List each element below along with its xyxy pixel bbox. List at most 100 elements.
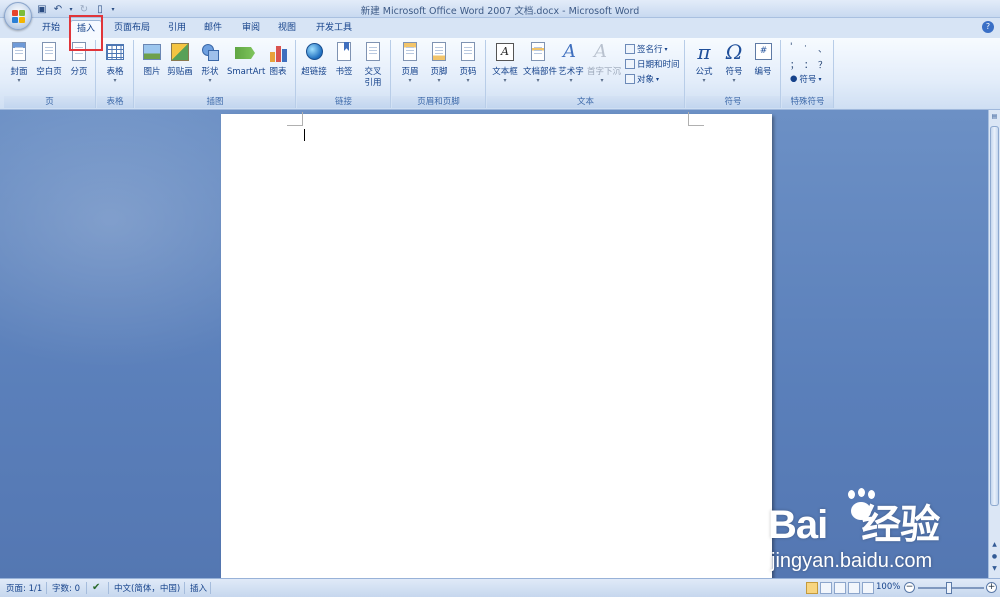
cover-page-icon [9,42,29,64]
date-time-button[interactable]: 日期和时间 [625,57,680,71]
zoom-slider-handle[interactable] [946,582,952,594]
clip-art-button[interactable]: 剪贴画 [165,42,195,94]
page-number-button[interactable]: 页码 ▾ [453,42,483,94]
cross-reference-icon [363,42,383,64]
page-number-icon [458,42,478,64]
tab-review[interactable]: 审阅 [236,20,266,38]
symbol-cell[interactable]: ： [804,58,813,71]
picture-icon [142,42,162,64]
crop-mark-top-left [287,112,303,126]
drop-cap-button[interactable]: A 首字下沉 ▾ [587,41,621,94]
chart-button[interactable]: 图表 [263,42,293,94]
ruler-toggle-icon[interactable]: ▤ [990,112,999,122]
redo-icon[interactable]: ↻ [78,4,90,15]
undo-icon[interactable]: ↶ [52,4,64,15]
status-bar: 页面: 1/1 字数: 0 ✔ 中文(简体，中国) 插入 100% − + [0,578,1000,597]
cross-reference-button[interactable]: 交叉 引用 [358,42,388,94]
special-symbol-dropdown[interactable]: ● 符号 ▾ [790,72,821,86]
dropdown-arrow-icon: ▾ [664,45,668,53]
page-break-icon [69,42,89,64]
bookmark-button[interactable]: 书签 [329,42,359,94]
dropdown-arrow-icon: ▾ [408,77,412,84]
tab-insert[interactable]: 插入 [70,20,102,38]
object-button[interactable]: 对象 ▾ [625,72,659,86]
dropdown-arrow-icon: ▾ [17,77,21,84]
print-layout-view-icon[interactable] [806,582,818,594]
window-title: 新建 Microsoft Office Word 2007 文档.docx - … [360,6,640,17]
scroll-down-icon[interactable]: ▼ [990,564,999,574]
undo-dropdown-icon[interactable]: ▾ [68,6,74,13]
symbol-button[interactable]: Ω 符号 ▾ [719,40,749,94]
drop-cap-icon: A [594,41,607,62]
tab-references[interactable]: 引用 [162,20,192,38]
table-button[interactable]: 表格 ▾ [100,42,130,94]
smartart-icon [235,42,255,64]
symbol-cell[interactable]: ' [790,42,792,52]
text-box-button[interactable]: A 文本框 ▾ [490,42,520,94]
zoom-out-icon[interactable]: − [904,582,915,593]
dropdown-arrow-icon: ▾ [466,77,470,84]
cover-page-button[interactable]: 封面 ▾ [4,42,34,94]
symbol-cell[interactable]: 、 [818,42,827,55]
symbol-cell[interactable]: ； [790,58,799,71]
hyperlink-button[interactable]: 超链接 [299,42,329,94]
scroll-up-icon[interactable]: ▲ [990,540,999,550]
wordart-icon: A [563,41,576,62]
picture-button[interactable]: 图片 [137,42,167,94]
group-text: A 文本框 ▾ 文档部件 ▾ A 艺术字 ▾ A 首字下沉 ▾ 签名行 ▾ 日期… [487,40,685,108]
web-layout-view-icon[interactable] [834,582,846,594]
group-header-footer: 页眉 ▾ 页脚 ▾ 页码 ▾ 页眉和页脚 [392,40,486,108]
smartart-button[interactable]: SmartArt [227,42,265,94]
blank-page-button[interactable]: 空白页 [34,42,64,94]
language-status[interactable]: 中文(简体，中国) [114,582,180,594]
signature-line-button[interactable]: 签名行 ▾ [625,42,668,56]
watermark-url: jingyan.baidu.com [771,550,933,572]
tab-home[interactable]: 开始 [36,20,66,38]
document-page[interactable] [221,112,772,578]
save-icon[interactable]: ▣ [36,4,48,15]
quick-parts-button[interactable]: 文档部件 ▾ [523,42,557,94]
group-label: 符号 [686,96,780,108]
shapes-button[interactable]: 形状 ▾ [195,42,225,94]
dropdown-arrow-icon: ▾ [113,77,117,84]
full-screen-reading-view-icon[interactable] [820,582,832,594]
zoom-in-icon[interactable]: + [986,582,997,593]
office-button[interactable] [4,2,32,30]
symbol-cell[interactable]: · [804,42,807,52]
tab-page-layout[interactable]: 页面布局 [110,20,154,38]
help-icon[interactable]: ? [982,21,994,33]
word-count[interactable]: 字数: 0 [52,582,80,594]
tab-developer[interactable]: 开发工具 [312,20,356,38]
header-button[interactable]: 页眉 ▾ [395,42,425,94]
draft-view-icon[interactable] [862,582,874,594]
dropdown-arrow-icon: ▾ [600,77,604,84]
proofing-check-icon[interactable]: ✔ [92,582,100,593]
group-links: 超链接 书签 交叉 引用 链接 [297,40,391,108]
ribbon: 封面 ▾ 空白页 分页 页 表格 ▾ 表格 图片 剪贴画 形状 ▾ SmartA… [0,38,1000,110]
group-label: 表格 [97,96,133,108]
zoom-level[interactable]: 100% [876,582,900,592]
office-logo-icon [12,10,25,23]
text-cursor [304,129,305,141]
vertical-scrollbar[interactable]: ▤ ▲ ● ▼ [988,110,1000,578]
wordart-button[interactable]: A 艺术字 ▾ [556,42,586,94]
symbol-cell[interactable]: ？ [818,58,827,71]
page-break-button[interactable]: 分页 [64,42,94,94]
group-label: 插图 [135,96,295,108]
tab-view[interactable]: 视图 [272,20,302,38]
tab-mailings[interactable]: 邮件 [198,20,228,38]
browse-object-icon[interactable]: ● [990,552,999,562]
dropdown-arrow-icon: ▾ [536,77,540,84]
outline-view-icon[interactable] [848,582,860,594]
shapes-icon [200,42,220,64]
numbering-button[interactable]: # 编号 [748,42,778,94]
new-doc-icon[interactable]: ▯ [94,4,106,15]
page-count[interactable]: 页面: 1/1 [6,582,42,594]
bookmark-icon [334,42,354,64]
equation-button[interactable]: π 公式 ▾ [689,40,719,94]
footer-button[interactable]: 页脚 ▾ [424,42,454,94]
group-label: 文本 [487,96,684,108]
insert-mode-status[interactable]: 插入 [190,582,207,594]
scrollbar-thumb[interactable] [990,126,999,506]
customize-icon[interactable]: ▾ [110,6,116,13]
